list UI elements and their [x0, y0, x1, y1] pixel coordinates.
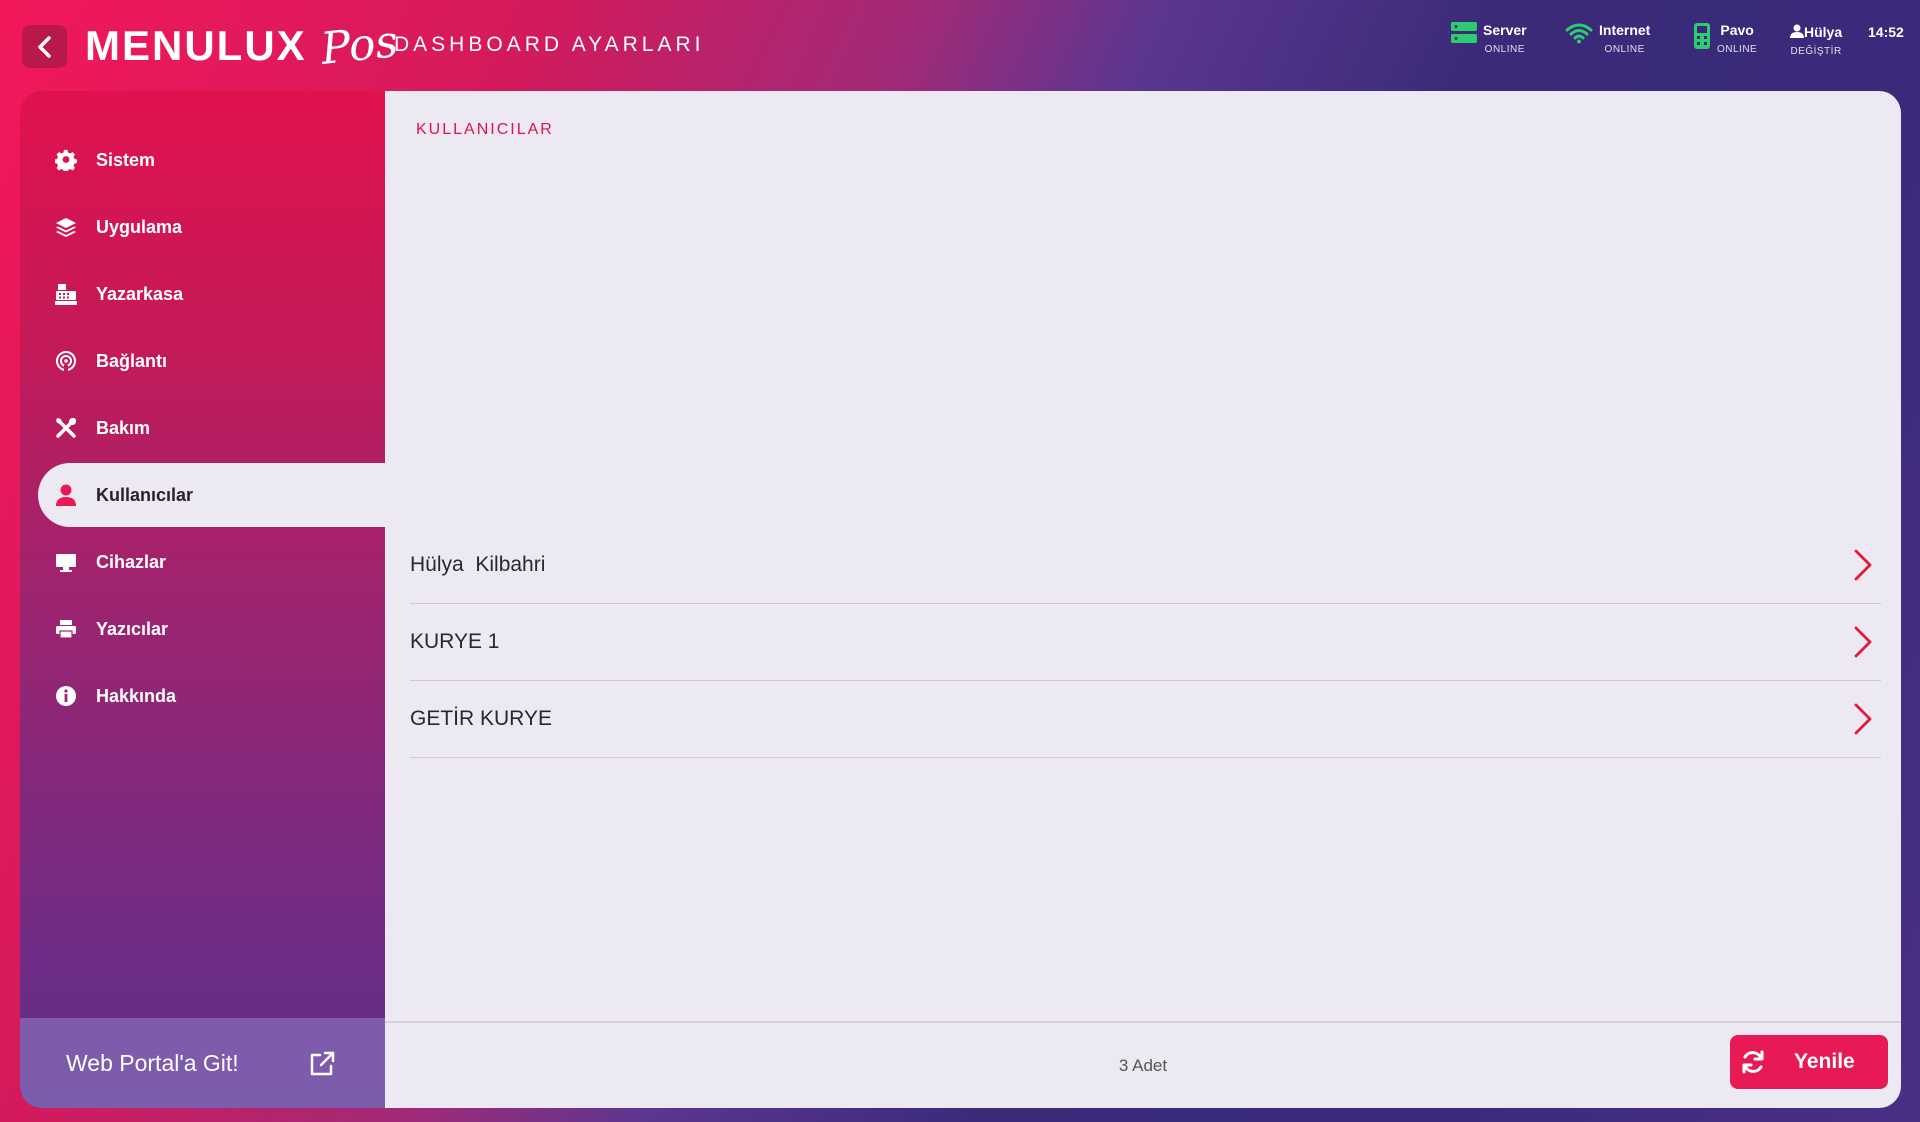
sidebar-item-baglanti[interactable]: Bağlantı: [38, 329, 385, 393]
user-name: GETİR KURYE: [410, 707, 552, 730]
sidebar-item-label: Cihazlar: [96, 551, 167, 572]
sidebar-item-uygulama[interactable]: Uygulama: [38, 195, 385, 259]
sidebar-item-bakim[interactable]: Bakım: [38, 396, 385, 460]
pos-terminal-icon: [1693, 22, 1711, 55]
chevron-right-icon: [1854, 626, 1872, 658]
user-switch[interactable]: Hülya DEĞİŞTİR: [1790, 24, 1842, 57]
user-name: Hülya: [1804, 24, 1843, 40]
back-button[interactable]: [22, 25, 67, 68]
layers-icon: [54, 215, 78, 239]
refresh-button[interactable]: Yenile: [1730, 1035, 1888, 1089]
status-sub: ONLINE: [1717, 44, 1758, 55]
sidebar-item-yazicilar[interactable]: Yazıcılar: [38, 597, 385, 661]
status-server: Server ONLINE: [1451, 22, 1527, 55]
status-pavo: Pavo ONLINE: [1693, 22, 1757, 55]
status-name: Pavo: [1720, 22, 1754, 38]
status-name: Internet: [1599, 22, 1651, 38]
gear-icon: [54, 148, 78, 172]
list-item[interactable]: GETİR KURYE: [410, 681, 1881, 758]
info-icon: [54, 684, 78, 708]
printer-icon: [54, 617, 78, 641]
chevron-right-icon: [1854, 549, 1872, 581]
logo-script: Pos: [318, 16, 400, 75]
app-logo: MENULUX Pos: [85, 16, 400, 75]
web-portal-label: Web Portal'a Git!: [66, 1049, 239, 1076]
sidebar-item-label: Hakkında: [96, 685, 177, 706]
sidebar-item-label: Yazarkasa: [96, 283, 184, 304]
connection-icon: [54, 349, 78, 373]
section-title: KULLANICILAR: [416, 121, 554, 138]
sidebar-item-label: Bakım: [96, 417, 151, 438]
sidebar-item-label: Uygulama: [96, 216, 183, 237]
user-change-label: DEĞİŞTİR: [1790, 46, 1842, 57]
user-list: Hülya Kilbahri KURYE 1 GETİR KURYE: [410, 527, 1881, 758]
top-header: MENULUX Pos DASHBOARD AYARLARI Server ON…: [0, 0, 1920, 91]
sidebar-item-kullanicilar[interactable]: Kullanıcılar: [38, 463, 385, 527]
refresh-icon: [1740, 1049, 1766, 1075]
status-sub: ONLINE: [1604, 44, 1645, 55]
user-icon: [54, 483, 78, 507]
current-user: Hülya: [1790, 24, 1842, 40]
external-link-icon: [308, 1050, 336, 1083]
status-internet: Internet ONLINE: [1565, 22, 1650, 55]
list-item[interactable]: Hülya Kilbahri: [410, 527, 1881, 604]
user-icon: [1790, 24, 1804, 38]
monitor-icon: [54, 550, 78, 574]
chevron-right-icon: [1854, 703, 1872, 735]
tools-icon: [54, 416, 78, 440]
page-title: DASHBOARD AYARLARI: [394, 33, 705, 56]
status-name: Server: [1483, 22, 1527, 38]
sidebar-item-label: Sistem: [96, 149, 156, 170]
cash-register-icon: [54, 282, 78, 306]
chevron-left-icon: [37, 35, 51, 58]
sidebar-item-cihazlar[interactable]: Cihazlar: [38, 530, 385, 594]
logo-text: MENULUX: [85, 22, 307, 69]
sidebar-item-sistem[interactable]: Sistem: [38, 128, 385, 192]
list-footer: 3 Adet Yenile: [385, 1021, 1901, 1108]
clock: 14:52: [1868, 24, 1904, 40]
server-icon: [1451, 22, 1477, 49]
web-portal-link[interactable]: Web Portal'a Git!: [20, 1018, 385, 1108]
sidebar: Sistem Uygulama Yazarkasa Bağlantı Bakım…: [20, 91, 385, 1108]
sidebar-item-hakkinda[interactable]: Hakkında: [38, 664, 385, 728]
wifi-icon: [1565, 22, 1593, 49]
sidebar-item-label: Bağlantı: [96, 350, 168, 371]
sidebar-item-label: Yazıcılar: [96, 618, 169, 639]
item-count: 3 Adet: [1118, 1056, 1168, 1075]
status-sub: ONLINE: [1484, 44, 1525, 55]
sidebar-item-yazarkasa[interactable]: Yazarkasa: [38, 262, 385, 326]
sidebar-item-label: Kullanıcılar: [96, 484, 194, 505]
list-item[interactable]: KURYE 1: [410, 604, 1881, 681]
user-name: Hülya Kilbahri: [410, 553, 546, 576]
main-panel: KULLANICILAR Hülya Kilbahri KURYE 1 GETİ…: [385, 91, 1901, 1108]
refresh-label: Yenile: [1794, 1050, 1855, 1073]
user-name: KURYE 1: [410, 630, 500, 653]
